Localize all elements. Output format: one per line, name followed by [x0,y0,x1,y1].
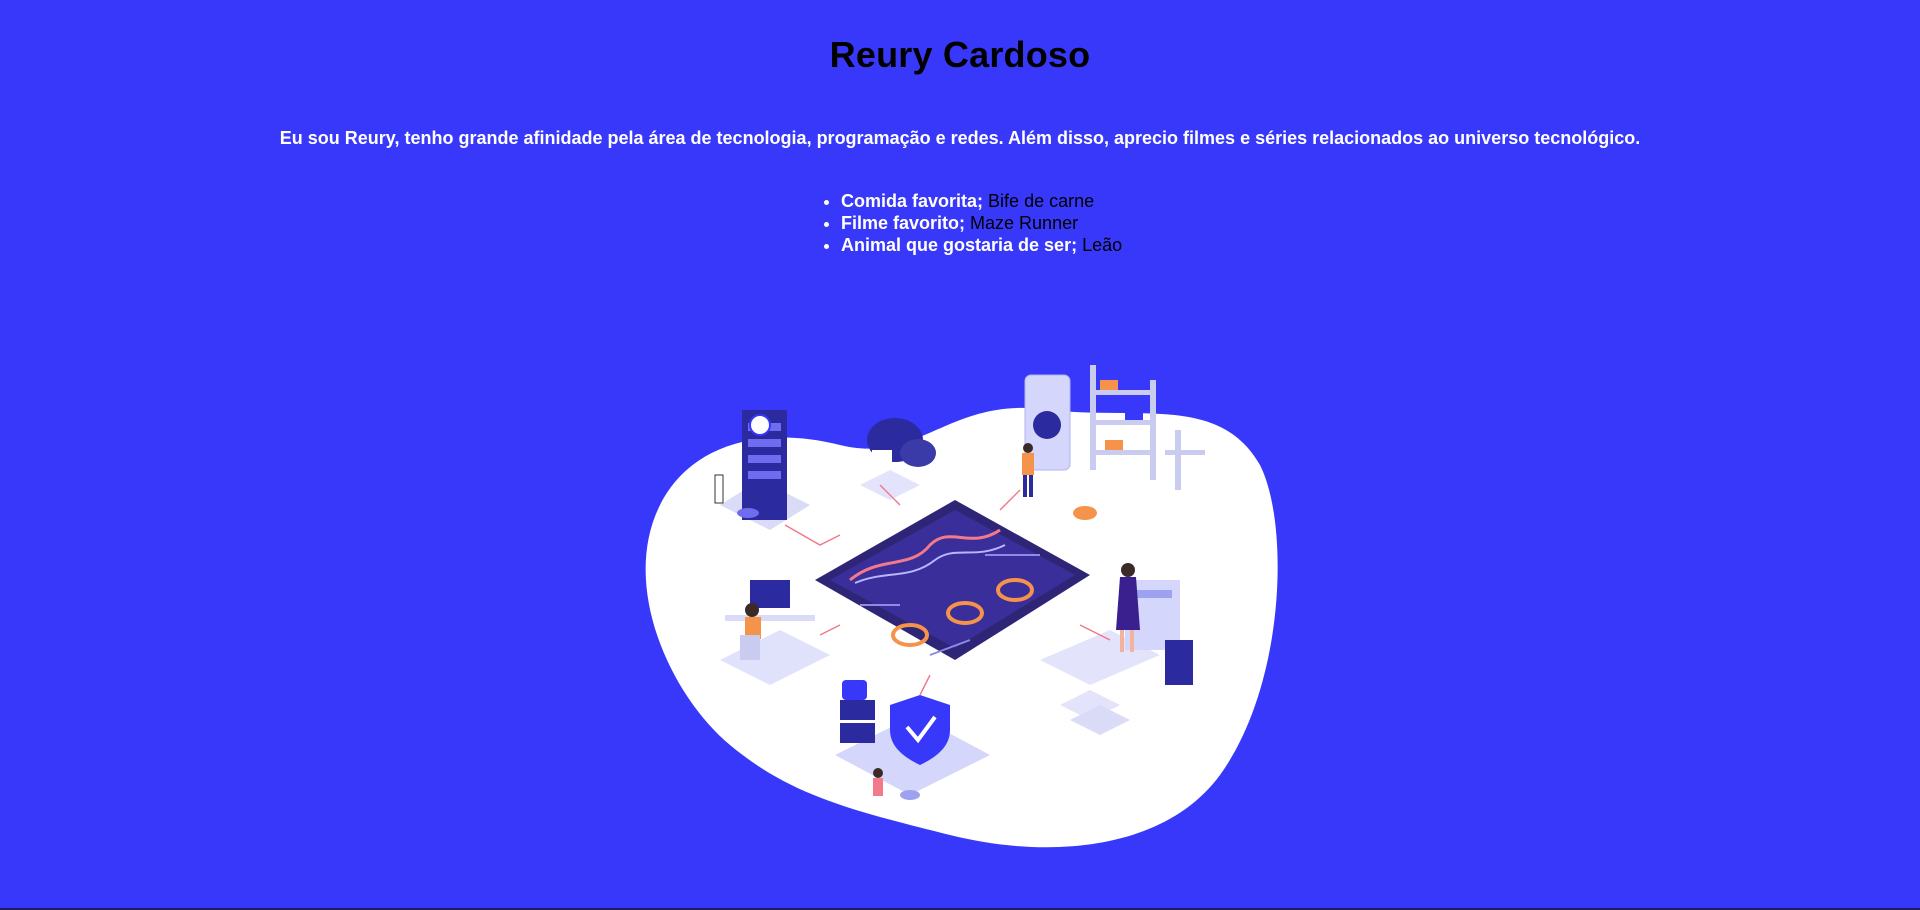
fact-value: Maze Runner [970,213,1079,233]
fact-label: Comida favorita; [841,191,984,211]
intro-paragraph: Eu sou Reury, tenho grande afinidade pel… [279,128,1641,148]
fact-label: Animal que gostaria de ser; [841,235,1078,255]
fact-value: Leão [1082,235,1123,255]
page-title: Reury Cardoso [829,34,1091,75]
list-item: Comida favorita; Bife de carne [841,190,1122,212]
list-item: Filme favorito; Maze Runner [841,212,1122,234]
facts-list: Comida favorita; Bife de carne Filme fav… [819,190,1122,256]
fact-value: Bife de carne [988,191,1095,211]
list-item: Animal que gostaria de ser; Leão [841,234,1122,256]
page-background: Reury Cardoso Eu sou Reury, tenho grande… [0,0,1920,908]
tech-illustration-image [645,365,1278,848]
fact-label: Filme favorito; [841,213,966,233]
